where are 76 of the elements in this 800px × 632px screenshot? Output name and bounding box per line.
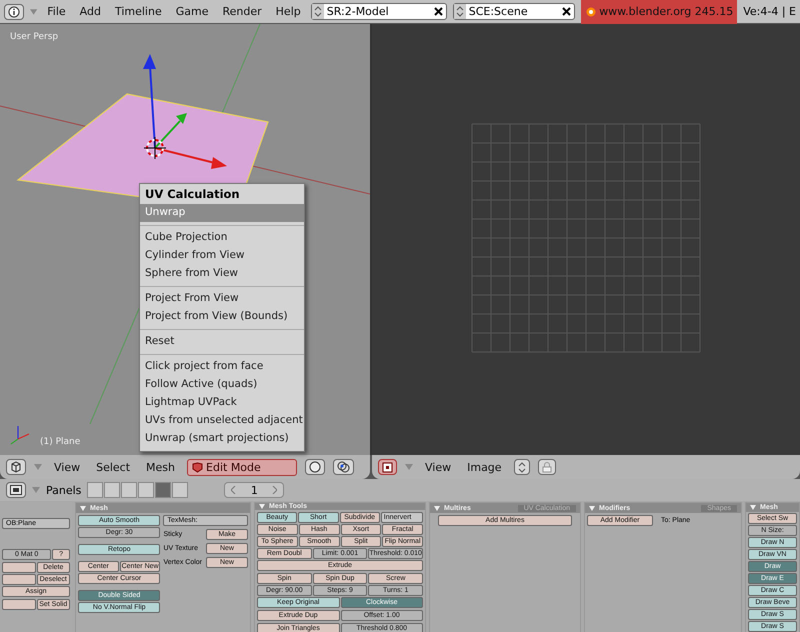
info-icon [8,6,20,18]
menu-item[interactable]: Add [76,5,105,18]
circles-icon [337,461,350,473]
version-text: www.blender.org 245.15 [599,5,734,18]
shading-button[interactable] [305,459,326,475]
collapse-triangle-icon[interactable] [80,506,86,510]
menu-item[interactable]: Lightmap UVPack [140,394,304,412]
menu-item[interactable]: UVs from unselected adjacent [140,412,304,430]
panels-label[interactable]: Panels [46,484,82,496]
updown-icon [312,4,324,19]
dropdown-triangle-icon[interactable] [30,8,38,14]
grid-icon [382,462,393,472]
menu-item[interactable]: Click project from face [140,358,304,376]
lock-icon [542,461,552,473]
3d-cursor-icon[interactable] [144,136,166,160]
collapse-triangle-icon[interactable] [259,504,265,509]
menu-item[interactable]: File [43,5,70,18]
axis-orientation-icon [10,426,30,444]
menu-item[interactable]: Image [463,460,506,474]
blank-button[interactable] [2,562,36,573]
logo-icon [585,6,596,17]
editor-type-button[interactable] [6,459,26,475]
menu-item[interactable]: Project From View [140,290,304,308]
window-icon [10,485,22,495]
transform-gizmo[interactable] [143,54,227,169]
editor-type-button[interactable] [378,459,397,475]
dropdown-triangle-icon[interactable] [405,464,413,470]
info-window-button[interactable] [4,4,24,20]
collapse-triangle-icon[interactable] [750,505,756,510]
sphere-icon [309,461,322,473]
blank-button[interactable] [2,599,36,610]
menu-title: UV Calculation [144,186,241,203]
mode-selector[interactable]: Edit Mode [187,458,298,476]
lock-button[interactable] [538,459,556,475]
context-tab[interactable] [87,482,104,498]
dropdown-triangle-icon[interactable] [32,487,40,493]
menu-item[interactable]: Cube Projection [140,229,304,247]
updown-icon [454,4,466,19]
blank-button[interactable] [2,574,36,585]
context-tab[interactable] [121,482,138,498]
menu-item[interactable]: Project from View (Bounds) [140,308,304,326]
collapse-triangle-icon[interactable] [434,506,440,510]
menu-item[interactable]: Render [218,5,266,18]
menu-item[interactable]: View [50,460,84,474]
close-icon[interactable] [434,7,443,16]
screen-selector[interactable]: SR:2-Model [310,3,447,20]
mesh-icon [192,462,204,472]
context-tab[interactable] [172,482,188,498]
cube-icon [10,461,22,473]
editor-type-button[interactable] [6,482,26,498]
menu-item[interactable]: Unwrap (smart projections) [140,430,304,448]
menu-item[interactable]: View [421,460,456,474]
menu-item[interactable]: Reset [140,333,304,351]
image-selector[interactable] [514,459,530,475]
context-tab[interactable] [155,482,172,498]
collapse-triangle-icon[interactable] [589,506,595,510]
pivot-button[interactable] [333,459,354,475]
scene-selector[interactable]: SCE:Scene [452,3,576,20]
context-tab[interactable] [138,482,154,498]
object-label: (1) Plane [40,437,80,447]
menu-item[interactable]: Mesh [142,460,180,474]
dropdown-triangle-icon[interactable] [34,464,42,470]
frame-field[interactable]: 1 [224,482,284,498]
view-label: User Persp [10,32,58,42]
menu-item[interactable]: Cylinder from View [140,247,304,265]
menu-item[interactable]: Follow Active (quads) [140,376,304,394]
menu-item[interactable]: Timeline [110,5,166,18]
menu-item[interactable]: Sphere from View [140,265,304,283]
context-tab[interactable] [104,482,120,498]
3d-viewport[interactable] [0,24,370,455]
scene-stats: Ve:4-4 | E [743,5,796,18]
menu-item[interactable]: Help [272,5,305,18]
updown-icon [518,462,526,472]
menu-item[interactable]: Game [172,5,212,18]
menu-item[interactable]: Select [92,460,134,474]
close-icon[interactable] [562,7,572,16]
